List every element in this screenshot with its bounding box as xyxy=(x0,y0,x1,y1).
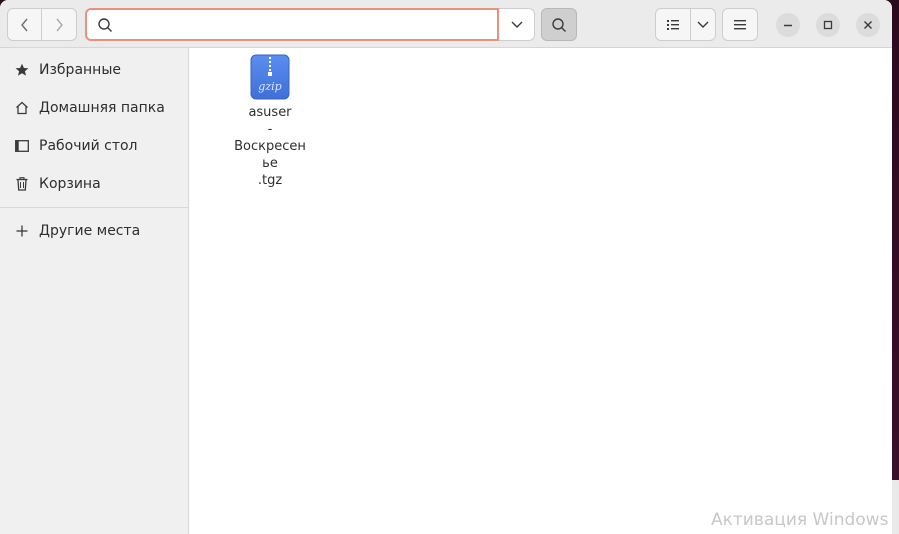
sidebar-item-home[interactable]: Домашняя папка xyxy=(0,90,189,126)
sidebar-item-trash[interactable]: Корзина xyxy=(0,166,189,202)
desktop-icon xyxy=(14,138,30,154)
sidebar-item-label: Другие места xyxy=(39,223,141,239)
chevron-down-icon xyxy=(697,21,709,28)
minimize-button[interactable] xyxy=(776,13,800,37)
sidebar: Избранные Домашняя папка Рабочий стол Ко… xyxy=(0,48,189,534)
main-menu-button[interactable] xyxy=(722,8,758,41)
sidebar-item-desktop[interactable]: Рабочий стол xyxy=(0,128,189,164)
file-manager-window: Избранные Домашняя папка Рабочий стол Ко… xyxy=(0,0,892,534)
sidebar-item-label: Домашняя папка xyxy=(39,100,165,116)
maximize-icon xyxy=(823,20,833,30)
navigation-buttons xyxy=(7,8,78,41)
search-toggle-button[interactable] xyxy=(541,8,577,41)
chevron-left-icon xyxy=(20,18,28,31)
sidebar-item-label: Корзина xyxy=(39,176,101,192)
view-options xyxy=(655,8,716,41)
windows-activation-watermark: Активация Windows xyxy=(711,510,889,530)
chevron-down-icon xyxy=(511,21,522,28)
chevron-right-icon xyxy=(56,18,63,31)
minimize-icon xyxy=(784,24,792,27)
desktop-background xyxy=(892,0,899,534)
view-dropdown-button[interactable] xyxy=(691,8,716,41)
back-button[interactable] xyxy=(7,8,42,41)
list-view-icon xyxy=(667,19,679,30)
header-bar xyxy=(0,0,892,48)
sidebar-item-label: Рабочий стол xyxy=(39,138,138,154)
archive-type-label: gzip xyxy=(258,80,281,93)
maximize-button[interactable] xyxy=(816,13,840,37)
close-icon xyxy=(864,21,872,29)
search-icon xyxy=(552,17,566,32)
close-button[interactable] xyxy=(856,13,880,37)
star-icon xyxy=(14,62,30,78)
sidebar-item-starred[interactable]: Избранные xyxy=(0,52,189,88)
search-options-dropdown[interactable] xyxy=(499,8,535,41)
file-item[interactable]: gzip asuser - Воскресен ье .tgz xyxy=(230,54,310,189)
file-view: gzip asuser - Воскресен ье .tgz xyxy=(190,48,892,534)
sidebar-item-label: Избранные xyxy=(39,62,121,78)
search-icon xyxy=(98,17,112,32)
trash-icon xyxy=(14,176,30,192)
desktop-background-bottom xyxy=(892,480,899,534)
forward-button[interactable] xyxy=(42,8,77,41)
plus-icon xyxy=(14,223,30,239)
search-field[interactable] xyxy=(85,8,499,41)
archive-icon: gzip xyxy=(250,54,290,100)
sidebar-item-other-locations[interactable]: Другие места xyxy=(0,213,189,249)
sidebar-divider xyxy=(0,207,189,208)
file-name: asuser - Воскресен ье .tgz xyxy=(234,105,306,188)
search-input[interactable] xyxy=(121,17,497,32)
hamburger-menu-icon xyxy=(734,19,746,29)
list-view-button[interactable] xyxy=(655,8,691,41)
home-icon xyxy=(14,100,30,116)
